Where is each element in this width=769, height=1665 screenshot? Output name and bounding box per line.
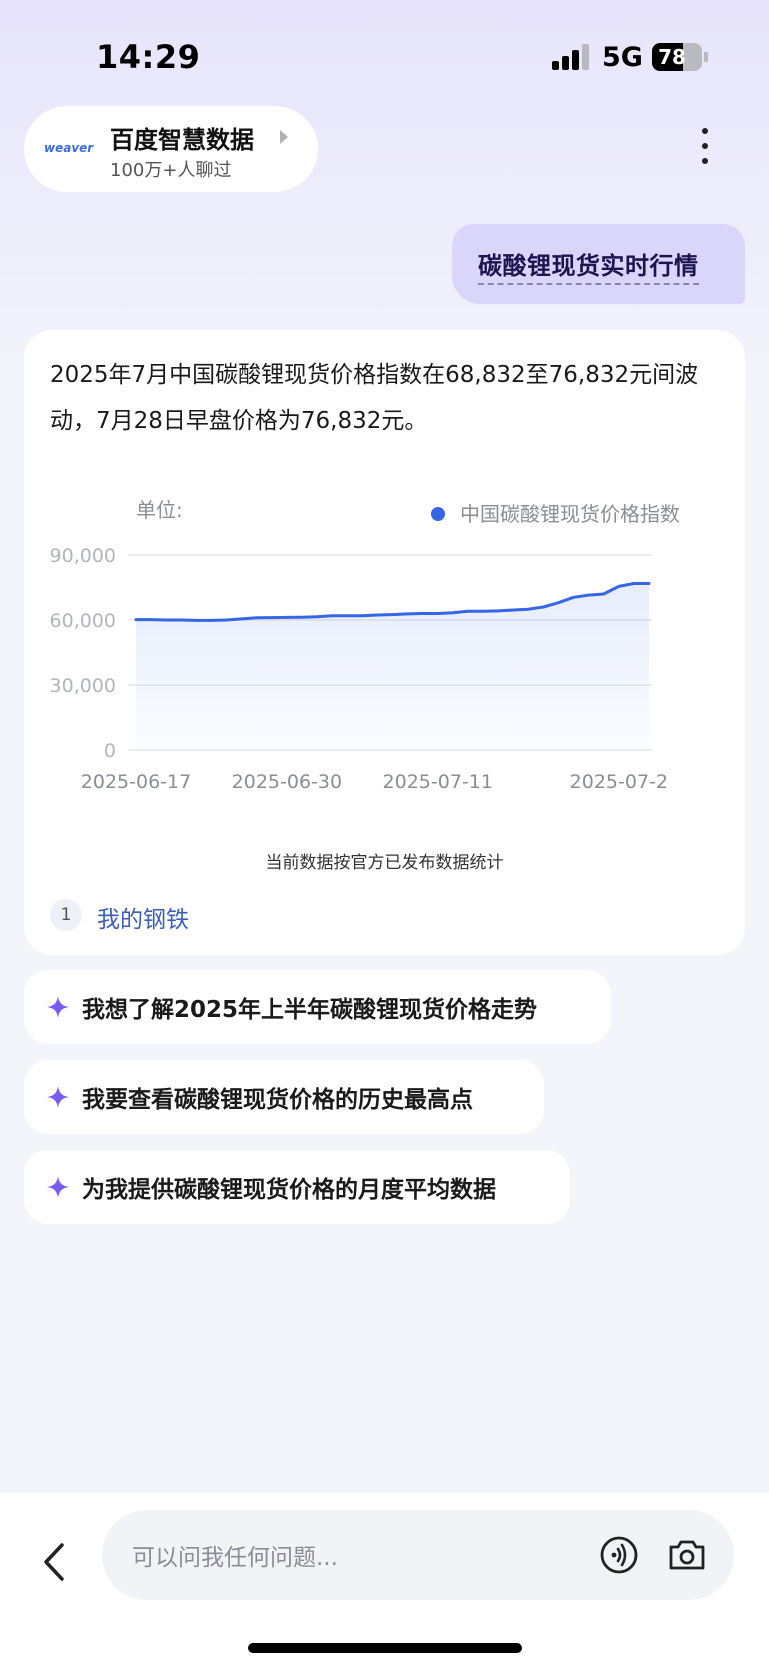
x-tick-label: 2025-06-30 xyxy=(232,771,342,793)
data-point[interactable] xyxy=(190,614,202,626)
x-tick-label: 2025-07-2 xyxy=(570,771,668,793)
battery-icon: 78 xyxy=(652,43,702,71)
data-point[interactable] xyxy=(160,614,172,626)
status-time: 14:29 xyxy=(96,38,201,76)
x-tick-label: 2025-07-11 xyxy=(383,771,493,793)
data-point[interactable] xyxy=(387,609,399,621)
data-point[interactable] xyxy=(583,589,595,601)
agent-header-button[interactable]: weaver 百度智慧数据 100万+人聊过 xyxy=(24,106,318,192)
data-point[interactable] xyxy=(326,610,338,622)
suggestion-text: 为我提供碳酸锂现货价格的月度平均数据 xyxy=(82,1177,496,1203)
battery-tip xyxy=(704,52,708,62)
bottom-input-bar: 可以问我任何问题... xyxy=(0,1493,769,1665)
agent-name: 百度智慧数据 xyxy=(110,126,254,154)
data-point[interactable] xyxy=(145,614,157,626)
signal-icon xyxy=(552,44,594,70)
data-point[interactable] xyxy=(462,605,474,617)
chevron-right-icon xyxy=(280,130,288,144)
data-point[interactable] xyxy=(296,611,308,623)
data-point[interactable] xyxy=(205,614,217,626)
suggestion-chip-3[interactable]: 为我提供碳酸锂现货价格的月度平均数据 xyxy=(24,1150,570,1224)
sparkle-icon xyxy=(47,996,69,1018)
data-point[interactable] xyxy=(236,613,248,625)
home-indicator xyxy=(248,1643,522,1653)
network-type: 5G xyxy=(602,42,643,73)
data-point[interactable] xyxy=(552,597,564,609)
back-arrow-icon[interactable] xyxy=(36,1537,76,1587)
data-point[interactable] xyxy=(341,610,353,622)
data-point[interactable] xyxy=(251,612,263,624)
data-point[interactable] xyxy=(221,614,233,626)
data-point[interactable] xyxy=(643,578,655,590)
y-tick-label: 90,000 xyxy=(50,545,116,567)
agent-logo: weaver xyxy=(44,141,94,155)
data-point[interactable] xyxy=(281,611,293,623)
data-point[interactable] xyxy=(402,608,414,620)
y-tick-label: 0 xyxy=(104,740,116,762)
voice-input-icon[interactable] xyxy=(596,1532,642,1578)
data-point[interactable] xyxy=(628,578,640,590)
user-message-bubble: 碳酸锂现货实时行情 xyxy=(452,224,745,304)
answer-text: 2025年7月中国碳酸锂现货价格指数在68,832至76,832元间波动，7月2… xyxy=(50,362,699,434)
price-chart[interactable]: 单位: 中国碳酸锂现货价格指数 0 30,000 60,000 90,000 2025… xyxy=(24,480,745,810)
camera-icon[interactable] xyxy=(664,1532,710,1578)
data-point[interactable] xyxy=(447,607,459,619)
legend-label[interactable]: 中国碳酸锂现货价格指数 xyxy=(460,502,680,526)
reference-index: 1 xyxy=(50,899,82,931)
status-bar: 14:29 5G 78 xyxy=(0,0,769,110)
suggestion-chip-2[interactable]: 我要查看碳酸锂现货价格的历史最高点 xyxy=(24,1060,544,1134)
data-point[interactable] xyxy=(371,609,383,621)
chart-unit-label: 单位: xyxy=(136,498,183,522)
data-point[interactable] xyxy=(266,612,278,624)
agent-subtitle: 100万+人聊过 xyxy=(110,160,232,181)
reference-label[interactable]: 我的钢铁 xyxy=(97,900,189,934)
data-point[interactable] xyxy=(613,580,625,592)
data-point[interactable] xyxy=(507,604,519,616)
message-input-placeholder: 可以问我任何问题... xyxy=(132,1545,338,1571)
answer-card: 2025年7月中国碳酸锂现货价格指数在68,832至76,832元间波动，7月2… xyxy=(24,330,745,955)
battery-level: 78 xyxy=(658,45,686,69)
user-message-text[interactable]: 碳酸锂现货实时行情 xyxy=(478,246,699,285)
sparkle-icon xyxy=(47,1086,69,1108)
y-tick-label: 30,000 xyxy=(50,675,116,697)
data-point[interactable] xyxy=(356,610,368,622)
data-point[interactable] xyxy=(522,603,534,615)
data-point[interactable] xyxy=(568,591,580,603)
data-point[interactable] xyxy=(432,608,444,620)
data-point[interactable] xyxy=(537,601,549,613)
data-point[interactable] xyxy=(417,608,429,620)
data-point[interactable] xyxy=(311,611,323,623)
data-point[interactable] xyxy=(175,614,187,626)
suggestion-text: 我想了解2025年上半年碳酸锂现货价格走势 xyxy=(82,997,538,1023)
data-point[interactable] xyxy=(598,588,610,600)
chart-note: 当前数据按官方已发布数据统计 xyxy=(265,853,504,873)
y-tick-label: 60,000 xyxy=(50,610,116,632)
legend-marker xyxy=(431,507,445,521)
price-chart-svg: 单位: 中国碳酸锂现货价格指数 0 30,000 60,000 90,000 2025… xyxy=(50,498,680,793)
series-area xyxy=(136,583,649,750)
data-point[interactable] xyxy=(130,614,142,626)
message-input[interactable]: 可以问我任何问题... xyxy=(102,1510,734,1600)
data-point[interactable] xyxy=(492,605,504,617)
data-point[interactable] xyxy=(477,605,489,617)
suggestion-chip-1[interactable]: 我想了解2025年上半年碳酸锂现货价格走势 xyxy=(24,970,611,1044)
more-vertical-icon[interactable] xyxy=(690,126,720,166)
suggestion-text: 我要查看碳酸锂现货价格的历史最高点 xyxy=(82,1087,473,1113)
sparkle-icon xyxy=(47,1176,69,1198)
x-tick-label: 2025-06-17 xyxy=(81,771,191,793)
